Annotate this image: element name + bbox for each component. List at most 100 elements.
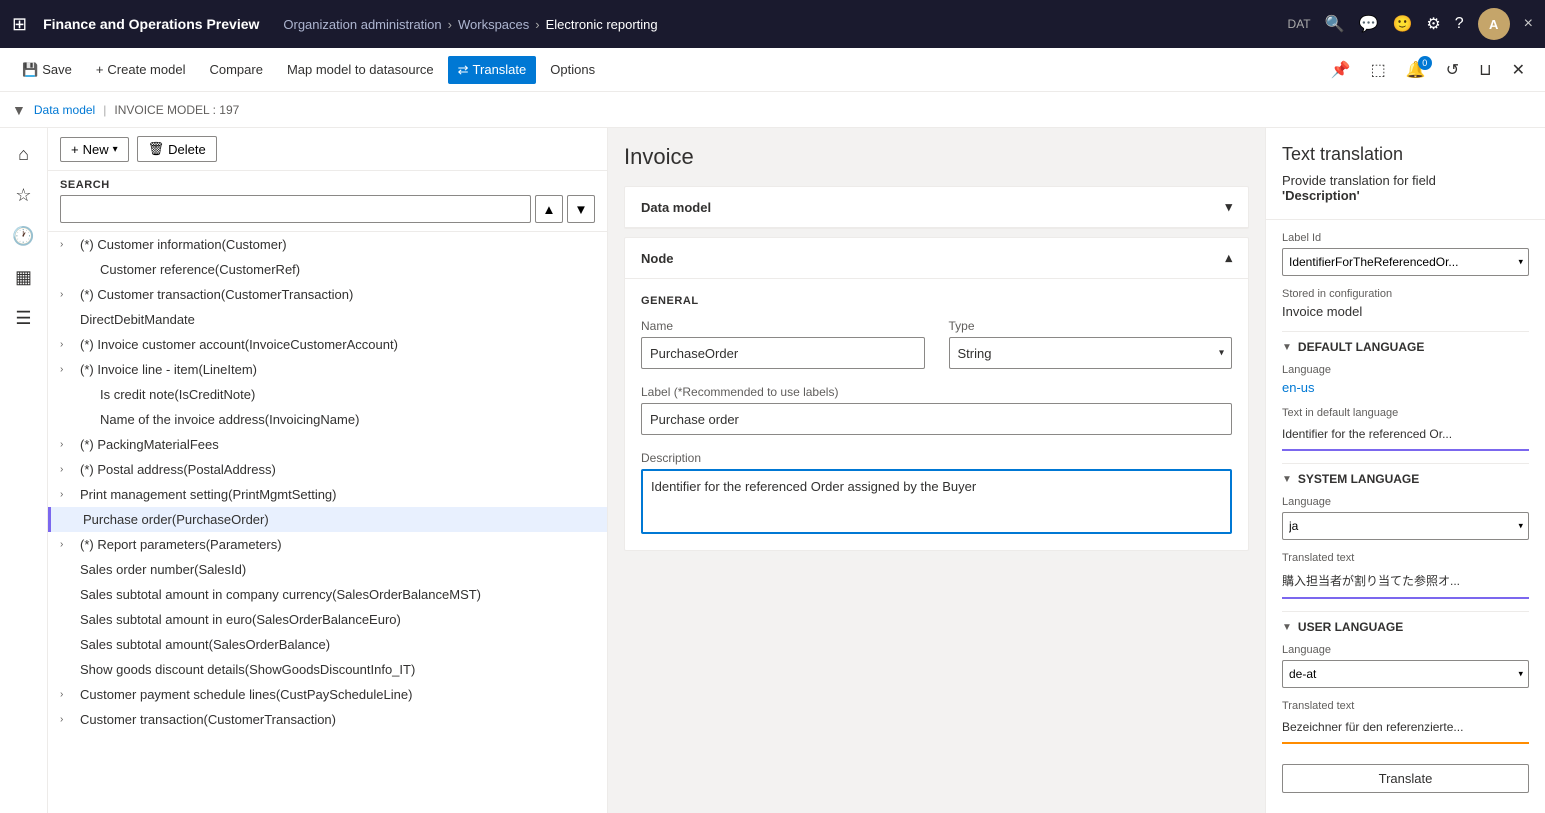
tree-expand-icon[interactable]: ›: [60, 539, 76, 550]
user-lang-collapse-icon: ▼: [1282, 622, 1292, 633]
user-lang-select[interactable]: de-at: [1282, 660, 1529, 688]
data-model-link[interactable]: Data model: [34, 103, 95, 117]
options-button[interactable]: Options: [540, 56, 605, 83]
bc-separator: |: [103, 103, 106, 117]
tree-expand-icon[interactable]: ›: [60, 364, 76, 375]
map-model-button[interactable]: Map model to datasource: [277, 56, 444, 83]
tree-item[interactable]: DirectDebitMandate: [48, 307, 607, 332]
main-layout: ⌂ ☆ 🕐 ▦ ☰ + New ▾ 🗑 Delete SEARCH ▲ ▼: [0, 128, 1545, 813]
tree-expand-icon[interactable]: ›: [60, 239, 76, 250]
tree-item[interactable]: ›(*) Report parameters(Parameters): [48, 532, 607, 557]
data-model-section-label: Data model: [641, 200, 711, 215]
user-language-header[interactable]: ▼ USER LANGUAGE: [1282, 620, 1529, 634]
sidebar-modules-icon[interactable]: ▦: [7, 259, 40, 296]
app-title: Finance and Operations Preview: [43, 16, 259, 32]
tree-item[interactable]: › Customer transaction(CustomerTransactio…: [48, 707, 607, 732]
tree-item[interactable]: Name of the invoice address(InvoicingNam…: [48, 407, 607, 432]
search-up-button[interactable]: ▲: [535, 195, 563, 223]
default-language-header[interactable]: ▼ DEFAULT LANGUAGE: [1282, 340, 1529, 354]
tree-item-label: (*) Customer information(Customer): [80, 237, 287, 252]
sidebar-recent-icon[interactable]: 🕐: [4, 218, 42, 255]
system-lang-select[interactable]: ja: [1282, 512, 1529, 540]
label-field-input[interactable]: [641, 403, 1232, 435]
tree-item-label: (*) PackingMaterialFees: [80, 437, 219, 452]
new-button[interactable]: + New ▾: [60, 137, 129, 162]
tree-item[interactable]: ›(*) Invoice line - item(LineItem): [48, 357, 607, 382]
emoji-icon[interactable]: 🙂: [1392, 14, 1412, 34]
system-language-header[interactable]: ▼ SYSTEM LANGUAGE: [1282, 472, 1529, 486]
tree-item-label: Customer transaction(CustomerTransaction…: [80, 712, 336, 727]
create-model-button[interactable]: + Create model: [86, 56, 196, 83]
name-input[interactable]: [641, 337, 925, 369]
tree-expand-icon[interactable]: ›: [60, 339, 76, 350]
tree-item[interactable]: › (*) Customer information(Customer): [48, 232, 607, 257]
compare-button[interactable]: Compare: [199, 56, 272, 83]
sidebar-favorites-icon[interactable]: ☆: [7, 177, 39, 214]
search-nav-icon[interactable]: 🔍: [1325, 14, 1345, 34]
open-new-icon[interactable]: ⊔: [1471, 54, 1499, 86]
delete-button[interactable]: 🗑 Delete: [137, 136, 217, 162]
user-language-field: Language de-at ▾: [1282, 644, 1529, 688]
app-grid-icon[interactable]: ⊞: [12, 14, 27, 35]
type-select[interactable]: String: [949, 337, 1233, 369]
tree-item[interactable]: ›(*) Customer transaction(CustomerTransa…: [48, 282, 607, 307]
tree-item[interactable]: ›Customer payment schedule lines(CustPay…: [48, 682, 607, 707]
tree-item[interactable]: Is credit note(IsCreditNote): [48, 382, 607, 407]
nav-org-admin[interactable]: Organization administration: [283, 17, 441, 32]
rp-subtitle-line1: Provide translation for field: [1282, 173, 1436, 188]
refresh-icon[interactable]: ↺: [1438, 54, 1467, 86]
tree-expand-icon[interactable]: ›: [60, 464, 76, 475]
rp-title: Text translation: [1282, 144, 1529, 165]
search-down-button[interactable]: ▼: [567, 195, 595, 223]
tree-expand-icon[interactable]: ›: [60, 689, 76, 700]
type-label: Type: [949, 319, 1233, 333]
tree-item[interactable]: › (*) PackingMaterialFees: [48, 432, 607, 457]
user-avatar[interactable]: A: [1478, 8, 1510, 40]
tree-item[interactable]: Customer reference(CustomerRef): [48, 257, 607, 282]
tree-item[interactable]: ›(*) Postal address(PostalAddress): [48, 457, 607, 482]
tree-expand-icon[interactable]: ›: [60, 714, 76, 725]
save-button[interactable]: 💾 Save: [12, 56, 82, 84]
tree-item[interactable]: Sales subtotal amount in euro(SalesOrder…: [48, 607, 607, 632]
sidebar-home-icon[interactable]: ⌂: [10, 136, 37, 173]
settings-icon[interactable]: ⚙: [1426, 14, 1440, 34]
data-model-accordion-header[interactable]: Data model ▾: [625, 187, 1248, 228]
tree-item[interactable]: Sales order number(SalesId): [48, 557, 607, 582]
tree-item[interactable]: Sales subtotal amount in company currenc…: [48, 582, 607, 607]
description-textarea[interactable]: Identifier for the referenced Order assi…: [641, 469, 1232, 534]
tree-expand-icon[interactable]: ›: [60, 439, 76, 450]
tree-item[interactable]: ›(*) Invoice customer account(InvoiceCus…: [48, 332, 607, 357]
default-lang-value[interactable]: en-us: [1282, 380, 1529, 395]
tree-item[interactable]: ›Print management setting(PrintMgmtSetti…: [48, 482, 607, 507]
close-panel-icon[interactable]: ✕: [1504, 54, 1533, 86]
default-text-underline: [1282, 449, 1529, 451]
system-translated-label: Translated text: [1282, 552, 1529, 564]
tree-expand-icon[interactable]: ›: [60, 489, 76, 500]
chat-icon[interactable]: 💬: [1359, 14, 1379, 34]
expand-icon[interactable]: ⬚: [1363, 54, 1394, 86]
help-icon[interactable]: ?: [1455, 15, 1464, 33]
label-id-select[interactable]: IdentifierForTheReferencedOr...: [1282, 248, 1529, 276]
sidebar-list-icon[interactable]: ☰: [7, 300, 39, 337]
tree-item[interactable]: Sales subtotal amount(SalesOrderBalance): [48, 632, 607, 657]
tree-item[interactable]: Purchase order(PurchaseOrder): [48, 507, 607, 532]
node-accordion-header[interactable]: Node ▴: [625, 238, 1248, 279]
search-row: ▲ ▼: [60, 195, 595, 223]
translate-submit-button[interactable]: Translate: [1282, 764, 1529, 793]
translate-button[interactable]: ⇄ Translate: [448, 56, 537, 84]
default-text-value: Identifier for the referenced Or...: [1282, 423, 1529, 445]
node-section-label: Node: [641, 251, 674, 266]
search-input[interactable]: [60, 195, 531, 223]
rp-body: Label Id IdentifierForTheReferencedOr...…: [1266, 220, 1545, 813]
tree-item[interactable]: Show goods discount details(ShowGoodsDis…: [48, 657, 607, 682]
filter-icon[interactable]: ▼: [12, 102, 26, 118]
user-lang-label: USER LANGUAGE: [1298, 620, 1403, 634]
nav-workspaces[interactable]: Workspaces: [458, 17, 529, 32]
breadcrumb-bar: ▼ Data model | INVOICE MODEL : 197: [0, 92, 1545, 128]
notification-icon[interactable]: 🔔 0: [1398, 54, 1434, 86]
tree-expand-icon[interactable]: ›: [60, 289, 76, 300]
pin-icon[interactable]: 📌: [1323, 54, 1359, 86]
close-window-icon[interactable]: ×: [1524, 15, 1533, 33]
nav-electronic-reporting[interactable]: Electronic reporting: [546, 17, 658, 32]
tree-item-label: Show goods discount details(ShowGoodsDis…: [80, 662, 415, 677]
